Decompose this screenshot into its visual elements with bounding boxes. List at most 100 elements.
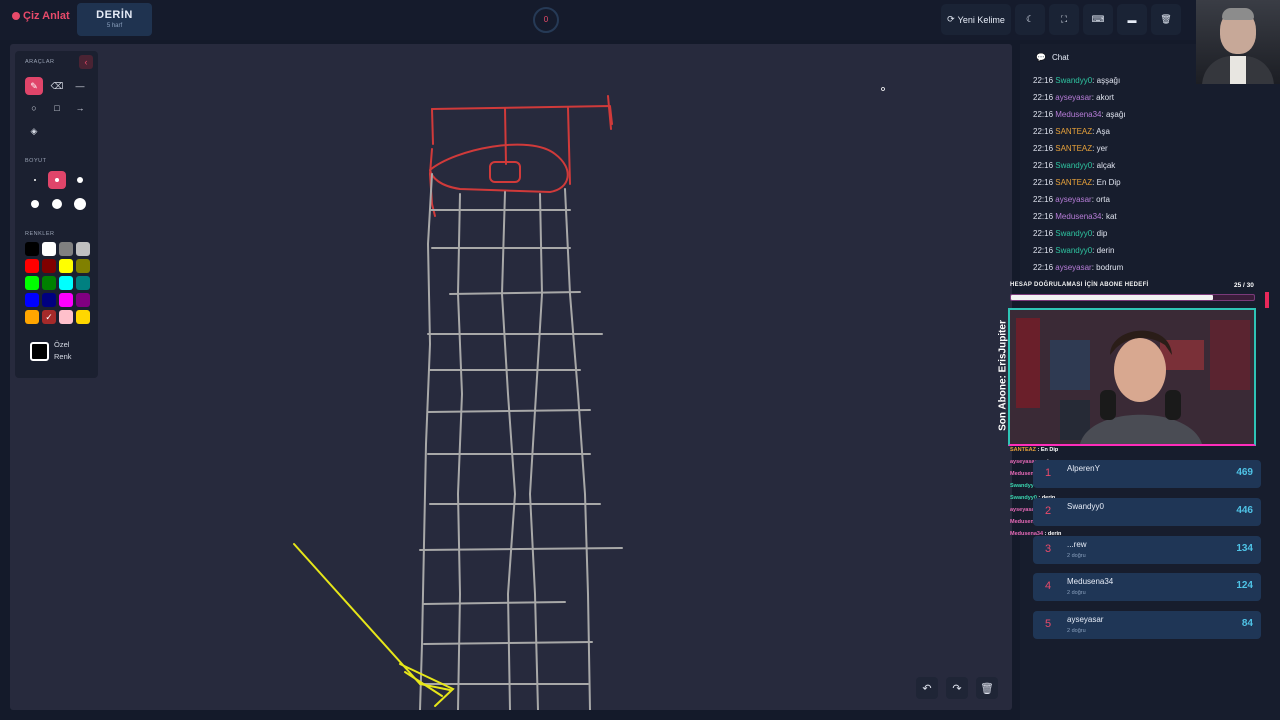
leaderboard-rank: 2 bbox=[1045, 505, 1052, 517]
pencil-icon: ✎ bbox=[30, 80, 38, 91]
chat-text: derin bbox=[1096, 246, 1115, 255]
size-option-4[interactable] bbox=[31, 200, 39, 208]
sub-goal-progress-bar bbox=[1010, 294, 1255, 301]
clear-canvas-button[interactable]: 🗑 bbox=[976, 677, 998, 699]
size-option-1[interactable] bbox=[34, 179, 36, 181]
arrow-tool[interactable]: → bbox=[71, 99, 89, 117]
chat-time: 22:16 bbox=[1033, 212, 1056, 221]
overlay-chat-username: SANTEAZ bbox=[1010, 447, 1036, 453]
chat-username: Swandyy0 bbox=[1055, 161, 1093, 170]
round-timer: 0 bbox=[533, 7, 559, 33]
leaderboard-name: Swandyy0 bbox=[1067, 502, 1104, 511]
leaderboard-row: 5 ayseyasar 2 doğru 84 bbox=[1033, 611, 1261, 639]
custom-color-swatch[interactable] bbox=[30, 342, 49, 361]
fullscreen-button[interactable]: ⛶ bbox=[1049, 4, 1079, 35]
color-swatch[interactable] bbox=[76, 259, 90, 273]
chat-time: 22:16 bbox=[1033, 161, 1056, 170]
size-option-6[interactable] bbox=[74, 198, 86, 210]
pen-tool[interactable]: ✎ bbox=[25, 77, 43, 95]
new-word-label: Yeni Kelime bbox=[957, 14, 1005, 25]
colors-section-title: RENKLER bbox=[25, 231, 55, 237]
collapse-panel-button[interactable]: ‹ bbox=[79, 55, 93, 69]
word-hint: 5 harf bbox=[106, 23, 123, 29]
leaderboard-name: Medusena34 bbox=[1067, 577, 1114, 586]
leaderboard-score: 84 bbox=[1241, 618, 1253, 629]
size-option-2-dot bbox=[55, 178, 59, 182]
color-swatch[interactable] bbox=[59, 259, 73, 273]
drawing-canvas[interactable] bbox=[10, 44, 1012, 710]
app-logo[interactable]: Çiz Anlat bbox=[12, 10, 70, 22]
color-swatch[interactable] bbox=[76, 310, 90, 324]
dark-mode-button[interactable]: ☾ bbox=[1015, 4, 1045, 35]
redo-button[interactable]: ↷ bbox=[946, 677, 968, 699]
trash-icon: 🗑 bbox=[980, 682, 994, 695]
portrait-shirt bbox=[1230, 56, 1246, 84]
circle-tool[interactable]: ○ bbox=[25, 99, 43, 117]
color-swatch[interactable] bbox=[42, 293, 56, 307]
eraser-tool[interactable]: ⌫ bbox=[48, 77, 66, 95]
color-swatch[interactable] bbox=[42, 276, 56, 290]
current-word: DERİN bbox=[96, 9, 133, 21]
color-swatch[interactable] bbox=[25, 242, 39, 256]
size-option-3[interactable] bbox=[77, 177, 83, 183]
overlay-chat-text: En Dip bbox=[1040, 447, 1059, 453]
chat-text: yer bbox=[1096, 144, 1108, 153]
webcam-feed bbox=[1008, 308, 1256, 446]
rectangle-tool[interactable]: □ bbox=[48, 99, 66, 117]
fill-tool[interactable]: ◈ bbox=[25, 122, 43, 140]
color-swatch[interactable] bbox=[76, 276, 90, 290]
chat-text: kat bbox=[1105, 212, 1117, 221]
chat-text: aşağı bbox=[1105, 110, 1126, 119]
color-swatch[interactable] bbox=[76, 293, 90, 307]
leaderboard-correct-count: 2 doğru bbox=[1067, 553, 1086, 559]
chat-username: Swandyy0 bbox=[1055, 76, 1093, 85]
new-word-button[interactable]: ⟳ Yeni Kelime bbox=[941, 4, 1011, 35]
color-swatch[interactable] bbox=[59, 242, 73, 256]
tools-section-title: ARAÇLAR bbox=[25, 59, 55, 65]
webcam-image bbox=[1010, 310, 1254, 444]
color-swatch[interactable] bbox=[42, 242, 56, 256]
chat-message: 22:16 SANTEAZ: Aşa bbox=[1033, 123, 1263, 140]
chat-text: akort bbox=[1096, 93, 1114, 102]
color-swatch[interactable]: ✓ bbox=[42, 310, 56, 324]
size-option-2[interactable] bbox=[48, 171, 66, 189]
chat-username: Swandyy0 bbox=[1055, 229, 1093, 238]
color-swatch[interactable] bbox=[76, 242, 90, 256]
leaderboard-rank: 1 bbox=[1045, 467, 1052, 479]
chat-username: SANTEAZ bbox=[1055, 127, 1093, 136]
color-swatch[interactable] bbox=[59, 310, 73, 324]
leaderboard-row: 3 ...rew 2 doğru 134 bbox=[1033, 536, 1261, 564]
delete-button[interactable]: 🗑 bbox=[1151, 4, 1181, 35]
chat-message: 22:16 Medusena34: aşağı bbox=[1033, 106, 1263, 123]
chat-time: 22:16 bbox=[1033, 76, 1056, 85]
chat-time: 22:16 bbox=[1033, 263, 1056, 272]
archive-button[interactable]: ▬ bbox=[1117, 4, 1147, 35]
keyboard-icon: ⌨ bbox=[1091, 14, 1105, 24]
chat-username: ayseyasar bbox=[1055, 93, 1092, 102]
leaderboard-name: ayseyasar bbox=[1067, 615, 1104, 624]
color-swatch[interactable] bbox=[25, 276, 39, 290]
size-option-5[interactable] bbox=[52, 199, 62, 209]
undo-button[interactable]: ↶ bbox=[916, 677, 938, 699]
sub-goal-count: 25 / 30 bbox=[1234, 282, 1254, 289]
color-swatch[interactable] bbox=[25, 259, 39, 273]
chat-time: 22:16 bbox=[1033, 110, 1056, 119]
color-swatch[interactable] bbox=[25, 310, 39, 324]
keyboard-button[interactable]: ⌨ bbox=[1083, 4, 1113, 35]
color-swatch[interactable] bbox=[25, 293, 39, 307]
chat-text: Aşa bbox=[1096, 127, 1110, 136]
leaderboard-row: 1 AlperenY 469 bbox=[1033, 460, 1261, 488]
chat-message: 22:16 Swandyy0: derin bbox=[1033, 242, 1263, 259]
size-section-title: BOYUT bbox=[25, 158, 47, 164]
chat-message-list: 22:16 Swandyy0: aşşağı 22:16 ayseyasar: a… bbox=[1033, 72, 1263, 277]
palette-icon bbox=[12, 12, 20, 20]
line-tool[interactable]: — bbox=[71, 77, 89, 95]
leaderboard-row: 4 Medusena34 2 doğru 124 bbox=[1033, 573, 1261, 601]
color-swatch[interactable] bbox=[59, 293, 73, 307]
chat-text: dip bbox=[1096, 229, 1108, 238]
sub-goal-progress-fill bbox=[1011, 295, 1213, 300]
sub-goal-label: HESAP DOĞRULAMASI İÇİN ABONE HEDEFİ bbox=[1010, 282, 1149, 288]
color-swatch[interactable] bbox=[42, 259, 56, 273]
chat-title: Chat bbox=[1051, 53, 1069, 62]
color-swatch[interactable] bbox=[59, 276, 73, 290]
